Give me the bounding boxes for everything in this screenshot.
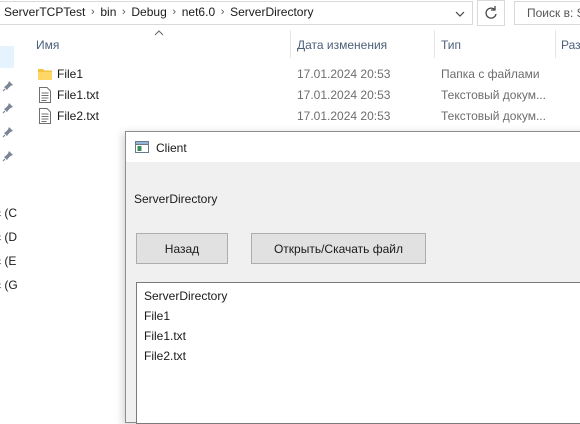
file-row[interactable]: File1.txt 17.01.2024 20:53 Текстовый док…: [30, 84, 580, 105]
nav-drive-item[interactable]: с (G: [0, 278, 18, 292]
column-divider[interactable]: [555, 30, 556, 58]
search-input[interactable]: Поиск в: S: [514, 1, 580, 25]
breadcrumb-item[interactable]: Debug: [131, 5, 166, 19]
list-item[interactable]: File2.txt: [144, 349, 186, 363]
file-name: File1.txt: [57, 88, 100, 102]
folder-icon: [38, 69, 52, 80]
file-type: Папка с файлами: [441, 67, 540, 81]
refresh-icon: [485, 6, 497, 19]
address-bar[interactable]: ServerTCPTest › bin › Debug › net6.0 › S…: [0, 1, 473, 25]
window-titlebar[interactable]: Client: [126, 132, 580, 162]
app-window-icon: [135, 141, 149, 153]
current-path-label: ServerDirectory: [134, 192, 218, 206]
nav-drive-item[interactable]: с (С: [0, 206, 17, 220]
nav-drive-item[interactable]: с (D: [0, 230, 17, 244]
pin-icon[interactable]: [2, 80, 14, 92]
nav-drive-item[interactable]: с (E: [0, 254, 16, 268]
file-name: File2.txt: [57, 109, 100, 123]
column-divider[interactable]: [290, 30, 291, 58]
open-download-button[interactable]: Открыть/Скачать файл: [251, 233, 426, 264]
pin-icon[interactable]: [2, 126, 14, 138]
breadcrumb-item[interactable]: ServerTCPTest: [4, 5, 85, 19]
list-item[interactable]: File1.txt: [144, 329, 186, 343]
breadcrumb-item[interactable]: ServerDirectory: [230, 5, 313, 19]
column-divider[interactable]: [434, 30, 435, 58]
navigation-pane: с (С с (D с (E с (G: [0, 26, 20, 414]
chevron-right-icon[interactable]: ›: [116, 6, 131, 18]
file-type: Текстовый докум...: [441, 88, 546, 102]
back-button[interactable]: Назад: [136, 233, 228, 264]
chevron-down-icon[interactable]: [452, 7, 468, 21]
explorer-toolbar: ServerTCPTest › bin › Debug › net6.0 › S…: [0, 0, 580, 26]
file-name: File1: [57, 67, 84, 81]
file-date: 17.01.2024 20:53: [297, 88, 391, 102]
pin-icon[interactable]: [2, 150, 14, 162]
column-header-type[interactable]: Тип: [441, 38, 461, 52]
file-type: Текстовый докум...: [441, 109, 546, 123]
nav-selected-item[interactable]: [0, 46, 14, 68]
chevron-right-icon[interactable]: ›: [215, 6, 230, 18]
refresh-button[interactable]: [477, 0, 505, 26]
chevron-right-icon[interactable]: ›: [85, 6, 100, 18]
sort-ascending-icon: [154, 30, 164, 36]
breadcrumb-item[interactable]: bin: [100, 5, 116, 19]
list-item[interactable]: File1: [144, 309, 170, 323]
pin-icon[interactable]: [2, 102, 14, 114]
column-header-name[interactable]: Имя: [36, 38, 59, 52]
column-header-date[interactable]: Дата изменения: [297, 38, 387, 52]
file-row[interactable]: File2.txt 17.01.2024 20:53 Текстовый док…: [30, 105, 580, 126]
text-file-icon: [39, 108, 51, 124]
window-title: Client: [156, 141, 187, 155]
breadcrumb-item[interactable]: net6.0: [182, 5, 215, 19]
chevron-right-icon[interactable]: ›: [167, 6, 182, 18]
file-date: 17.01.2024 20:53: [297, 67, 391, 81]
directory-listbox[interactable]: ServerDirectory File1 File1.txt File2.tx…: [136, 282, 580, 424]
list-item[interactable]: ServerDirectory: [144, 289, 227, 303]
client-window: Client ServerDirectory Назад Открыть/Ска…: [125, 131, 580, 424]
column-header-size[interactable]: Раз: [561, 38, 580, 52]
file-date: 17.01.2024 20:53: [297, 109, 391, 123]
search-placeholder: Поиск в: S: [527, 6, 580, 20]
breadcrumb: ServerTCPTest › bin › Debug › net6.0 › S…: [4, 5, 313, 19]
text-file-icon: [39, 87, 51, 103]
file-row[interactable]: File1 17.01.2024 20:53 Папка с файлами: [30, 63, 580, 84]
